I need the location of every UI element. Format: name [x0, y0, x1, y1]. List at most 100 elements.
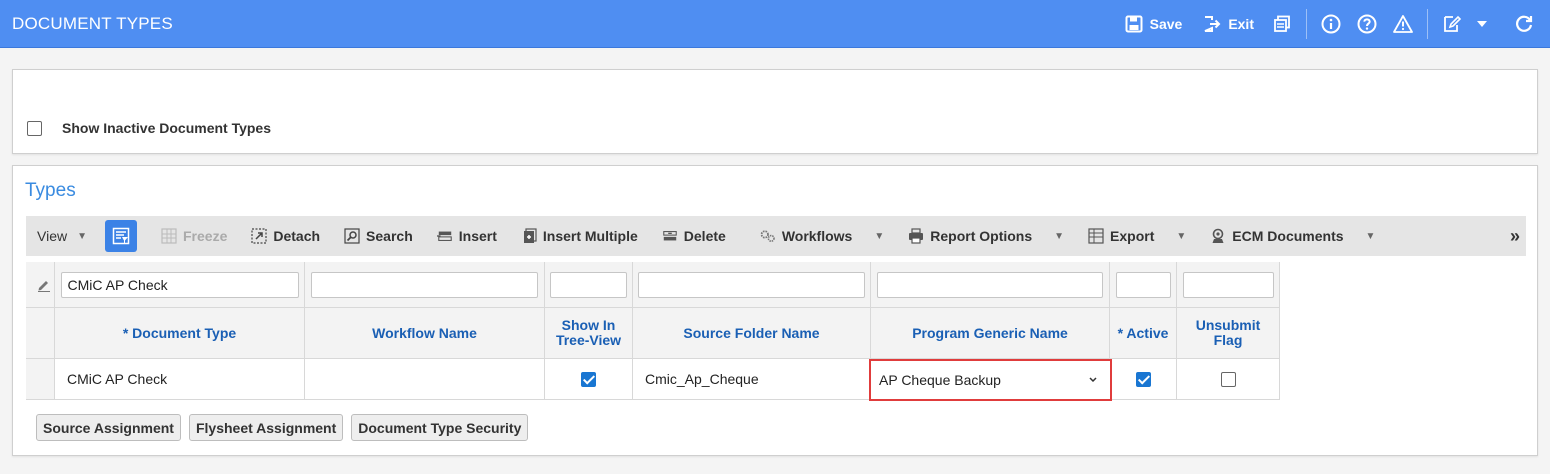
- source-assignment-button[interactable]: Source Assignment: [36, 414, 181, 441]
- ecm-documents-menu[interactable]: ECM Documents ▼: [1210, 228, 1375, 244]
- detach-icon: [251, 228, 267, 244]
- column-header-line: Unsubmit: [1195, 317, 1261, 333]
- header-bar: DOCUMENT TYPES Save Exit: [0, 0, 1550, 48]
- grid-toolbar: View ▼ Freeze Detach Search Insert Inser…: [26, 216, 1526, 256]
- freeze-icon: [161, 228, 177, 244]
- show-in-tree-filter-input[interactable]: [550, 271, 627, 298]
- export-icon: [1088, 228, 1104, 244]
- exit-button[interactable]: Exit: [1192, 14, 1264, 34]
- view-menu[interactable]: View ▼: [37, 228, 87, 244]
- insert-multiple-icon: [521, 228, 537, 244]
- column-header-program-generic[interactable]: Program Generic Name: [871, 308, 1110, 359]
- detach-button[interactable]: Detach: [251, 228, 320, 244]
- workflow-name-cell[interactable]: [305, 359, 545, 400]
- header-divider: [1427, 9, 1428, 39]
- program-generic-select[interactable]: AP Cheque Backup: [869, 359, 1112, 401]
- chevron-down-icon: ▼: [874, 230, 885, 242]
- source-folder-filter-input[interactable]: [638, 271, 865, 298]
- source-folder-cell[interactable]: Cmic_Ap_Cheque: [633, 359, 871, 400]
- printer-icon: [908, 228, 924, 244]
- active-filter-input[interactable]: [1115, 271, 1171, 298]
- filter-row-marker: [26, 262, 55, 308]
- unsubmit-filter-input[interactable]: [1182, 271, 1274, 298]
- program-generic-filter-input[interactable]: [877, 271, 1103, 298]
- filter-icon: [112, 227, 130, 245]
- column-header-active[interactable]: * Active: [1110, 308, 1177, 359]
- chevron-down-icon: ▼: [1176, 230, 1187, 242]
- workflows-menu[interactable]: Workflows ▼: [760, 228, 884, 244]
- chevron-down-icon: [1089, 377, 1097, 383]
- edit-icon[interactable]: [1442, 14, 1462, 34]
- column-header-line: Flag: [1213, 332, 1243, 348]
- report-options-label: Report Options: [930, 228, 1033, 244]
- grid-header-row: * Document Type Workflow Name Show In Tr…: [26, 308, 1280, 359]
- column-header-unsubmit-flag[interactable]: Unsubmit Flag: [1177, 308, 1280, 359]
- program-generic-value: AP Cheque Backup: [879, 372, 1001, 388]
- show-in-tree-cell: [545, 359, 633, 400]
- grid-filter-row: CMiC AP Check: [26, 262, 1280, 308]
- help-icon[interactable]: [1357, 14, 1377, 34]
- active-checkbox[interactable]: [1135, 371, 1151, 387]
- filter-toggle-button[interactable]: [105, 220, 137, 252]
- flysheet-assignment-button[interactable]: Flysheet Assignment: [188, 414, 344, 441]
- gears-icon: [760, 228, 776, 244]
- insert-label: Insert: [458, 228, 497, 244]
- more-actions-button[interactable]: »: [1510, 226, 1520, 247]
- save-label: Save: [1149, 16, 1183, 32]
- freeze-label: Freeze: [183, 228, 228, 244]
- row-selector-header: [26, 308, 55, 359]
- save-button[interactable]: Save: [1114, 14, 1193, 34]
- filter-panel: Show Inactive Document Types: [12, 69, 1538, 154]
- save-icon: [1124, 14, 1144, 34]
- column-header-line: Show In: [561, 317, 616, 333]
- delete-label: Delete: [683, 228, 726, 244]
- chevron-down-icon: ▼: [1365, 230, 1376, 242]
- workflow-name-filter-input[interactable]: [311, 271, 538, 298]
- search-button[interactable]: Search: [344, 228, 413, 244]
- insert-multiple-label: Insert Multiple: [542, 228, 638, 244]
- workflows-label: Workflows: [781, 228, 853, 244]
- page-title: DOCUMENT TYPES: [12, 13, 173, 33]
- column-header-show-in-tree-view[interactable]: Show In Tree-View: [545, 308, 633, 359]
- export-label: Export: [1110, 228, 1155, 244]
- column-header-line: Tree-View: [555, 332, 622, 348]
- document-type-cell[interactable]: CMiC AP Check: [55, 359, 305, 400]
- insert-multiple-button[interactable]: Insert Multiple: [521, 228, 638, 244]
- pencil-icon: [37, 280, 50, 292]
- show-in-tree-checkbox[interactable]: [581, 371, 596, 387]
- copy-icon[interactable]: [1272, 14, 1292, 34]
- report-options-menu[interactable]: Report Options ▼: [908, 228, 1064, 244]
- document-type-filter-input[interactable]: CMiC AP Check: [60, 271, 299, 298]
- chevron-down-icon[interactable]: [1472, 14, 1492, 34]
- document-type-security-button[interactable]: Document Type Security: [351, 414, 529, 441]
- delete-button[interactable]: Delete: [662, 228, 726, 244]
- info-icon[interactable]: [1321, 14, 1341, 34]
- unsubmit-checkbox[interactable]: [1220, 371, 1236, 387]
- chevron-down-icon: ▼: [1054, 230, 1065, 242]
- header-actions: Save Exit: [1114, 0, 1542, 48]
- column-header-document-type[interactable]: * Document Type: [55, 308, 305, 359]
- header-divider: [1306, 9, 1307, 39]
- search-label: Search: [366, 228, 413, 244]
- exit-icon: [1202, 14, 1222, 34]
- show-inactive-label: Show Inactive Document Types: [62, 120, 272, 136]
- ecm-icon: [1210, 228, 1226, 244]
- row-selector[interactable]: [26, 359, 55, 400]
- show-inactive-checkbox[interactable]: [27, 120, 42, 136]
- warning-icon[interactable]: [1393, 14, 1413, 34]
- exit-label: Exit: [1228, 16, 1254, 32]
- insert-icon: [436, 228, 453, 244]
- delete-icon: [662, 228, 678, 244]
- ecm-documents-label: ECM Documents: [1232, 228, 1344, 244]
- freeze-button[interactable]: Freeze: [161, 228, 227, 244]
- insert-button[interactable]: Insert: [436, 228, 497, 244]
- column-header-workflow-name[interactable]: Workflow Name: [305, 308, 545, 359]
- active-cell: [1110, 359, 1177, 400]
- types-panel: Types View ▼ Freeze Detach Search Insert…: [12, 165, 1538, 456]
- export-menu[interactable]: Export ▼: [1088, 228, 1186, 244]
- refresh-icon[interactable]: [1514, 14, 1534, 34]
- view-label: View: [37, 228, 68, 244]
- search-icon: [344, 228, 360, 244]
- action-buttons: Source Assignment Flysheet Assignment Do…: [36, 414, 529, 441]
- column-header-source-folder[interactable]: Source Folder Name: [633, 308, 871, 359]
